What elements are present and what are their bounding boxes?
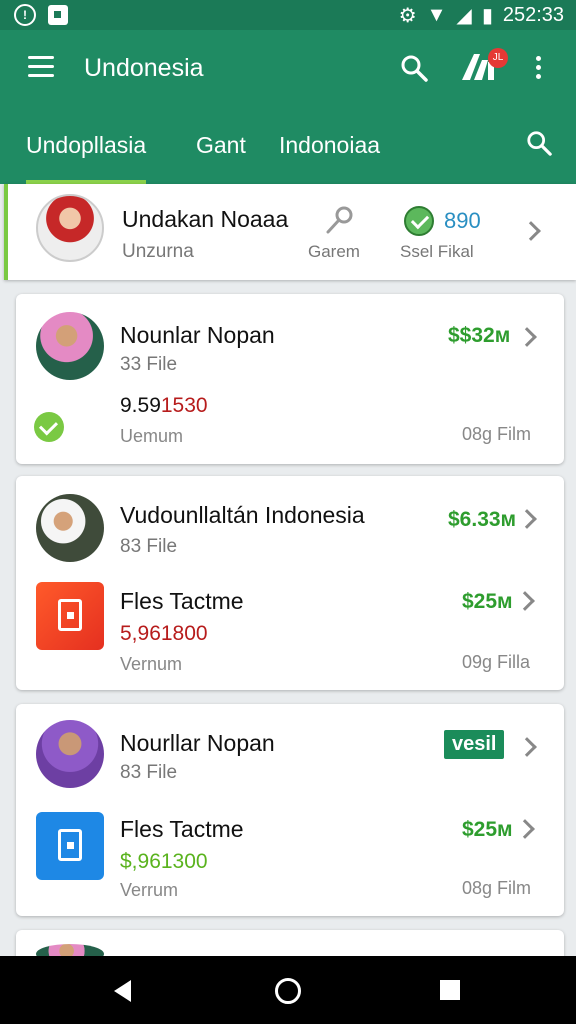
header-card[interactable]: Undakan Noaaa Unzurna Garem 890 Ssel Fik… — [4, 184, 576, 280]
search-icon[interactable] — [400, 54, 428, 82]
file-amount: $25м — [462, 590, 513, 613]
tab-undopllasia[interactable]: Undopllasia — [26, 122, 147, 184]
file-value: 5,961800 — [120, 622, 208, 645]
card-amount: $$32м — [448, 324, 511, 347]
wifi-icon: ▼ — [426, 4, 447, 26]
battery-icon: ▮ — [481, 5, 493, 27]
header-card-sub: Unzurna — [122, 241, 194, 262]
check-icon — [34, 412, 64, 442]
status-bar: ! ⚙ ▼ ◢ ▮ 252:33 — [0, 0, 576, 30]
menu-icon[interactable] — [28, 56, 54, 78]
app-notification-icon — [48, 5, 68, 25]
list-card[interactable]: Nounlar Nopan 33 File $$32м 9.591530 Uem… — [16, 294, 564, 464]
chevron-right-icon[interactable] — [515, 591, 535, 611]
file-name: Fles Tactme — [120, 816, 244, 842]
card-meta-left: Vernum — [120, 654, 183, 674]
file-icon — [36, 812, 104, 880]
signal-icon: ◢ — [456, 5, 472, 27]
link-label: Garem — [308, 242, 360, 261]
file-icon — [36, 582, 104, 650]
app-title: Undonesia — [84, 54, 204, 82]
status-right-icons: ⚙ ▼ ◢ ▮ 252:33 — [399, 3, 564, 28]
chevron-right-icon[interactable] — [517, 509, 537, 529]
notification-badge: JL — [488, 48, 508, 68]
card-meta-right: 08g Film — [462, 424, 532, 444]
card-meta-left: Verrum — [120, 880, 179, 900]
tab-gant[interactable]: Gant — [196, 122, 246, 184]
verified-icon — [404, 206, 434, 236]
card-value: 9.591530 — [120, 394, 208, 418]
chevron-right-icon[interactable] — [515, 819, 535, 839]
card-file-count: 83 File — [120, 762, 178, 783]
card-meta-left: Uemum — [120, 426, 184, 446]
list-card[interactable]: Nourllar Nopan 83 File vesil Fles Tactme… — [16, 704, 564, 916]
recent-apps-icon[interactable] — [440, 980, 460, 1000]
settings-icon: ⚙ — [398, 5, 417, 27]
status-time: 252:33 — [502, 4, 564, 26]
file-value: $,961300 — [120, 850, 208, 873]
tab-bar: Undopllasia Gant Indonoiaa — [0, 122, 576, 184]
header-card-name: Undakan Noaaa — [122, 206, 289, 232]
card-value-highlight: 1530 — [160, 394, 208, 417]
badge-label: Ssel Fikal — [400, 242, 474, 261]
card-file-count: 33 File — [120, 354, 178, 375]
card-value-main: 9.59 — [120, 394, 161, 417]
card-meta-right: 09g Filla — [462, 652, 531, 672]
card-file-count: 83 File — [120, 536, 178, 557]
avatar — [36, 494, 104, 562]
link-icon[interactable] — [322, 204, 356, 238]
card-name: Vudounllaltán Indonesia — [120, 502, 365, 528]
badge-value: 890 — [444, 208, 481, 233]
avatar — [36, 194, 104, 262]
chevron-right-icon[interactable] — [521, 221, 541, 241]
file-name: Fles Tactme — [120, 588, 244, 614]
chevron-right-icon[interactable] — [517, 737, 537, 757]
list-card[interactable]: Vudounllaltán Indonesia 83 File $6.33м F… — [16, 476, 564, 690]
file-amount: $25м — [462, 818, 513, 841]
status-badge: vesil — [444, 730, 505, 759]
card-meta-right: 08g Film — [462, 878, 532, 898]
back-icon[interactable] — [114, 980, 131, 1002]
avatar — [36, 312, 104, 380]
card-name: Nounlar Nopan — [120, 322, 275, 348]
tab-search-icon[interactable] — [526, 130, 552, 156]
tab-indonoiaa[interactable]: Indonoiaa — [279, 122, 380, 184]
app-bar: Undonesia JL Undopllasia Gant Indonoiaa — [0, 30, 576, 184]
more-options-icon[interactable] — [536, 56, 544, 83]
card-amount: $6.33м — [448, 508, 517, 531]
chevron-right-icon[interactable] — [517, 327, 537, 347]
home-icon[interactable] — [275, 978, 301, 1004]
status-left-icons: ! — [14, 4, 68, 26]
system-nav-bar — [0, 956, 576, 1024]
card-name: Nourllar Nopan — [120, 730, 275, 756]
avatar — [36, 720, 104, 788]
alert-icon: ! — [14, 4, 36, 26]
